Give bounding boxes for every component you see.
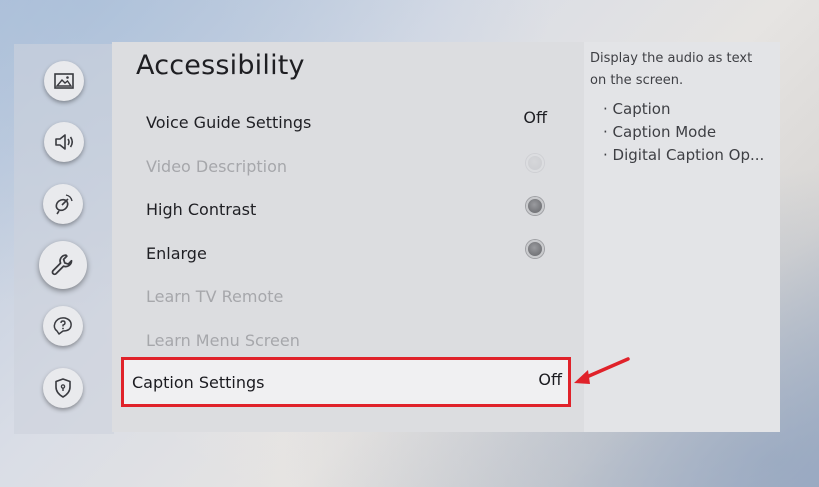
sidebar-item-broadcasting[interactable] [43,184,83,224]
menu-item-value: Off [523,107,547,127]
toggle-icon[interactable] [526,240,544,258]
menu-item-label: Caption Settings [132,372,265,392]
help-bullet-digital-caption: · Digital Caption Op... [603,146,765,164]
picture-icon [54,73,74,89]
menu-item-value: Off [538,369,562,389]
help-description: Display the audio as text on the screen. [590,51,753,88]
menu-item-caption-settings[interactable]: Caption Settings Off [121,357,571,407]
help-bullet-caption: · Caption [603,100,671,118]
wrench-icon [51,254,73,276]
sidebar-item-general[interactable] [39,241,87,289]
menu-item-high-contrast[interactable]: High Contrast [146,194,551,224]
toggle-icon [526,154,544,172]
help-bullet-caption-mode: · Caption Mode [603,123,717,141]
menu-item-label: Voice Guide Settings [146,112,312,132]
menu-item-label: Learn TV Remote [146,286,284,306]
sidebar-item-privacy[interactable] [43,368,83,408]
menu-item-learn-menu-screen: Learn Menu Screen [146,325,551,355]
menu-item-label: Video Description [146,156,288,176]
sound-icon [55,134,74,150]
menu-item-learn-tv-remote: Learn TV Remote [146,281,551,311]
toggle-icon[interactable] [526,197,544,215]
sidebar-item-support[interactable] [43,306,83,346]
annotation-arrow-icon [574,357,630,384]
menu-item-label: High Contrast [146,199,257,219]
page-title: Accessibility [136,50,305,81]
shield-icon [55,378,71,398]
menu-item-label: Enlarge [146,243,207,263]
support-icon [53,317,72,335]
menu-item-label: Learn Menu Screen [146,330,300,350]
broadcast-icon [55,194,73,215]
menu-item-voice-guide[interactable]: Voice Guide Settings Off [146,107,551,137]
help-bullet-list: · Caption · Caption Mode · Digital Capti… [603,98,775,167]
sidebar-item-sound[interactable] [44,122,84,162]
menu-item-enlarge[interactable]: Enlarge [146,238,551,268]
menu-item-video-description: Video Description [146,151,551,181]
sidebar-item-picture[interactable] [44,61,84,101]
